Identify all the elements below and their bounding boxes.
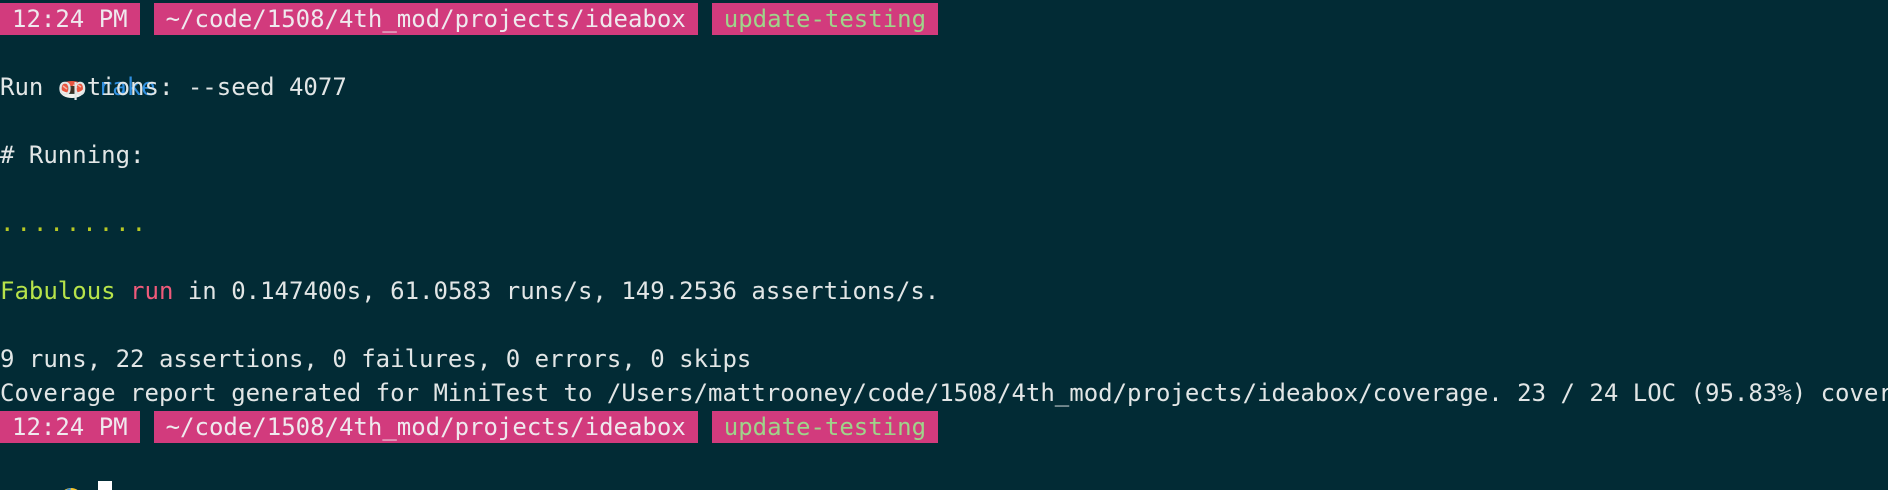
prompt-time: 12:24 PM [0,411,140,443]
terminal-cursor[interactable] [97,481,112,490]
prompt-time: 12:24 PM [0,3,140,35]
fabulous-word: Fabulous [0,277,116,305]
prompt-path: ~/code/1508/4th_mod/projects/ideabox [153,3,698,35]
prompt-branch: update-testing [711,3,939,35]
prompt-path: ~/code/1508/4th_mod/projects/ideabox [153,411,698,443]
prompt-bar-2: 12:24 PM ~/code/1508/4th_mod/projects/id… [0,410,1888,444]
prompt-branch: update-testing [711,411,939,443]
terminal-window[interactable]: 12:24 PM ~/code/1508/4th_mod/projects/id… [0,2,1888,490]
output-summary: 9 runs, 22 assertions, 0 failures, 0 err… [0,345,752,373]
output-run-options: Run options: --seed 4077 [0,73,347,101]
fabulous-stats: in 0.147400s, 61.0583 runs/s, 149.2536 a… [173,277,940,305]
input-line[interactable] [0,444,1888,490]
run-word: run [130,277,174,305]
output-progress-dots: ......... [0,209,149,237]
command-line: rake [0,36,1888,101]
output-running: # Running: [0,141,145,169]
output-fabulous-line: Fabulous run in 0.147400s, 61.0583 runs/… [0,274,1888,308]
prompt-bar: 12:24 PM ~/code/1508/4th_mod/projects/id… [0,2,1888,36]
output-coverage: Coverage report generated for MiniTest t… [0,379,1888,407]
fish-icon [64,488,78,490]
